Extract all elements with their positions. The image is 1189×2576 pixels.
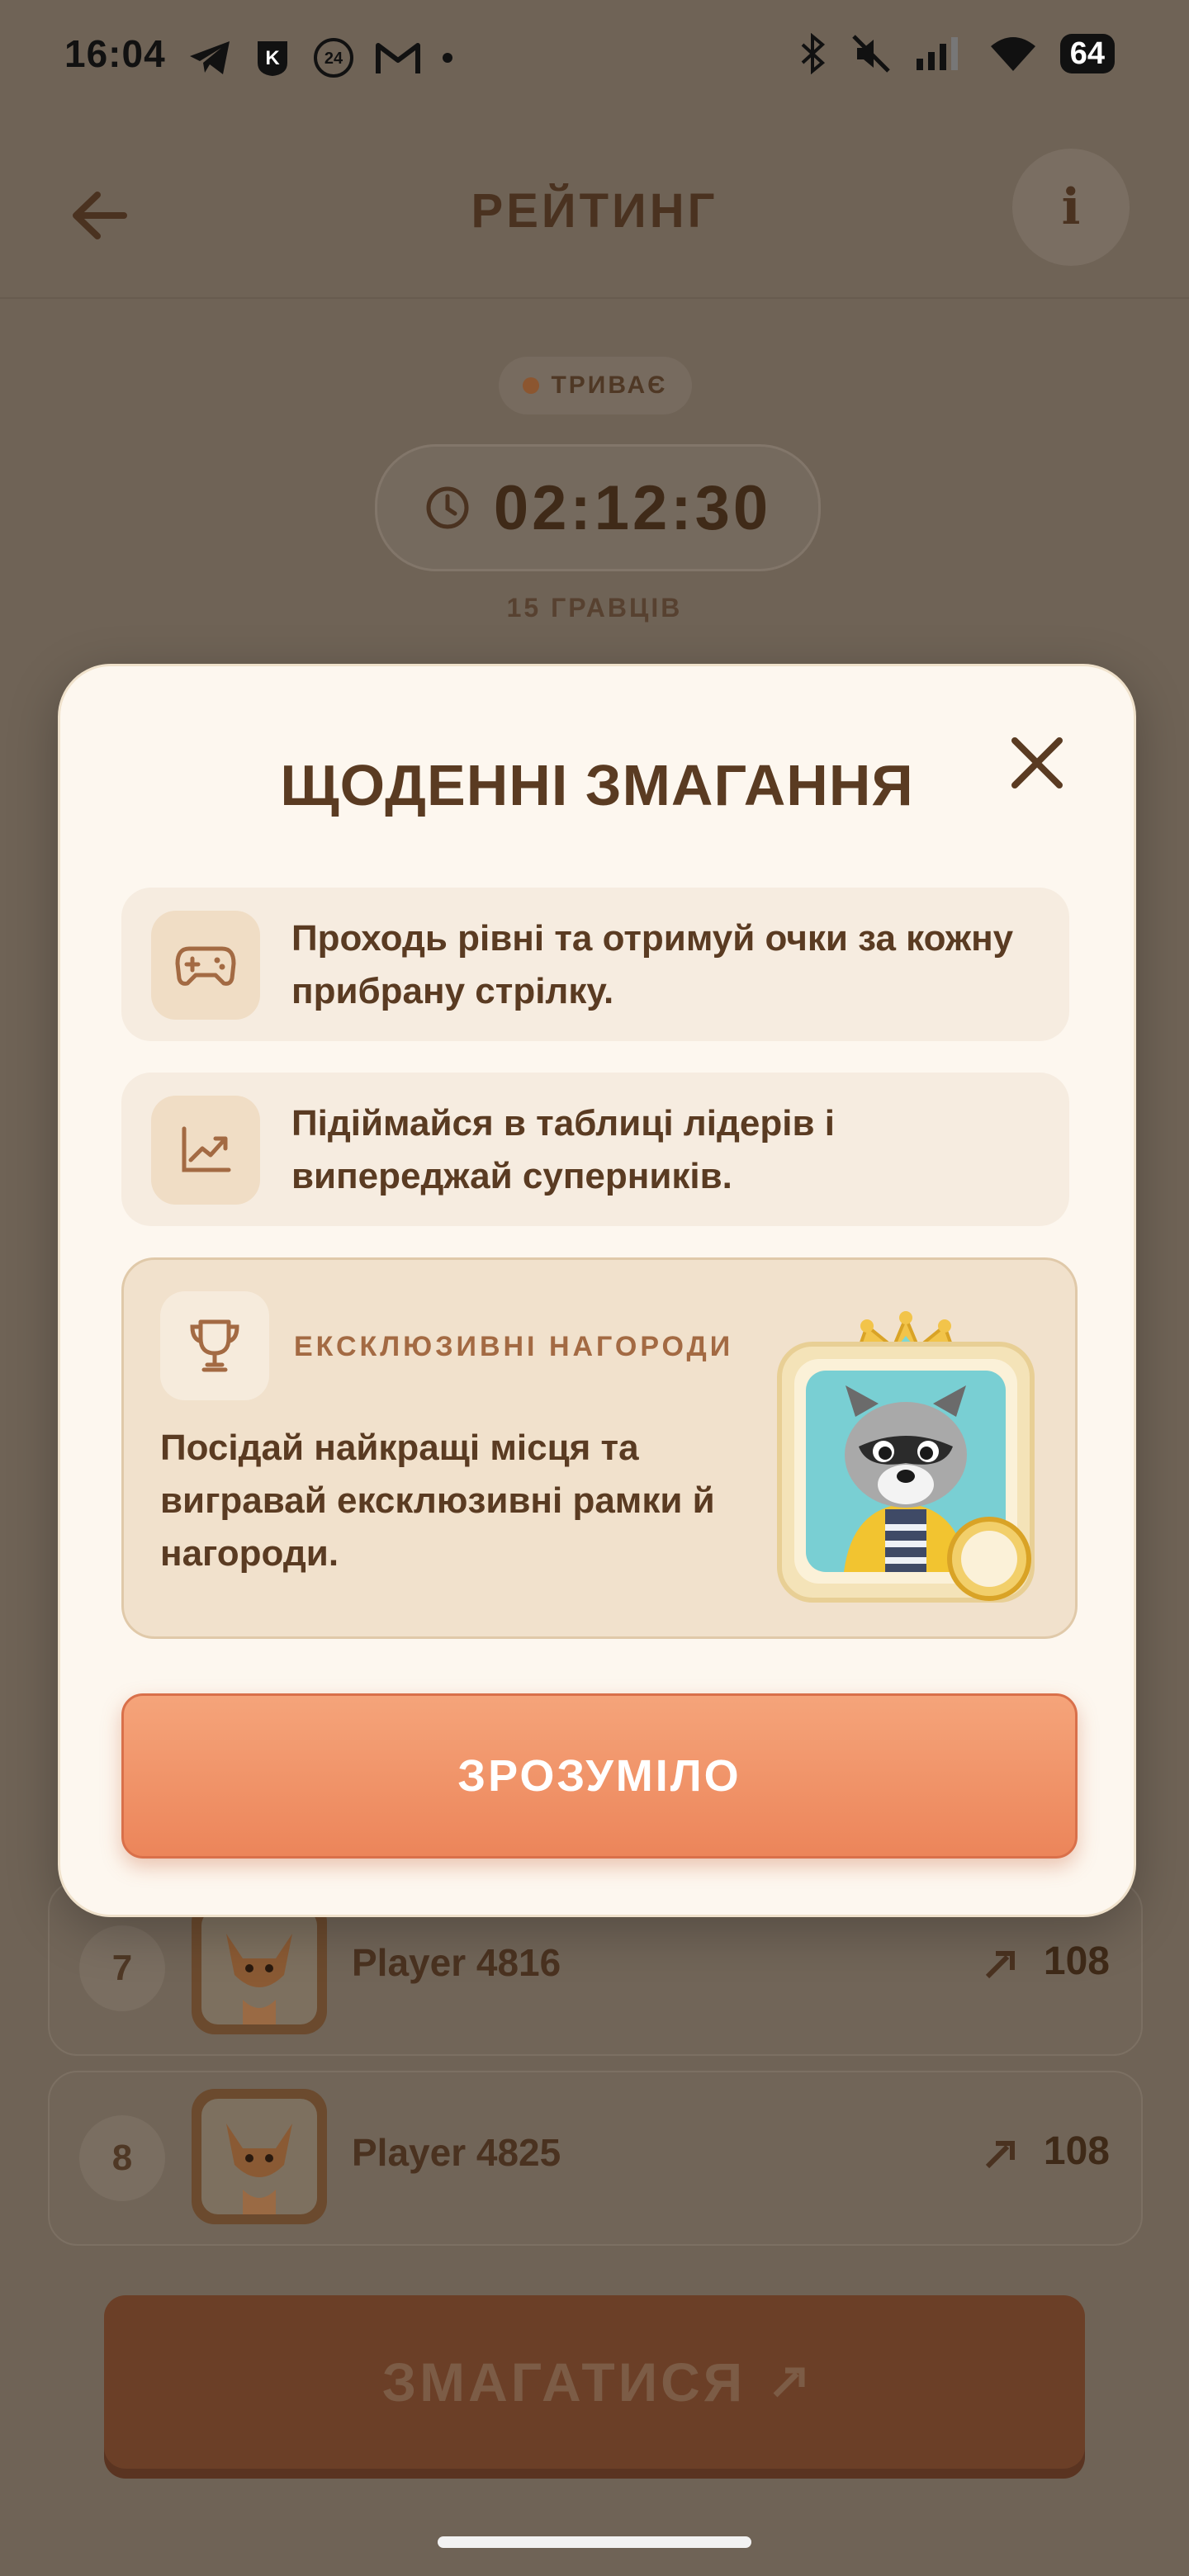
countdown-timer: 02:12:30 (375, 444, 821, 571)
card-text: Підіймайся в таблиці лідерів і випереджа… (291, 1103, 835, 1196)
card-icon-box (160, 1291, 269, 1400)
gamepad-icon (175, 946, 236, 986)
battery-level: 64 (1059, 34, 1115, 73)
svg-text:24: 24 (324, 50, 343, 68)
telegram-icon (190, 41, 230, 74)
24-badge-icon: 24 (314, 38, 353, 78)
close-icon[interactable] (1000, 726, 1074, 800)
app-header: РЕЙТИНГ i (0, 124, 1189, 299)
arrow-up-right-icon (773, 2367, 805, 2398)
dot-icon (443, 53, 452, 63)
player-score: 108 (1043, 2129, 1110, 2173)
timer-value: 02:12:30 (493, 472, 772, 543)
signal-icon (916, 37, 958, 70)
notification-icons: K 24 (188, 36, 454, 79)
kyivstar-icon: K (258, 41, 287, 76)
rank-badge: 7 (79, 1925, 165, 2011)
info-button[interactable]: i (1012, 149, 1130, 266)
status-dot-icon (523, 377, 540, 394)
player-name: Player 4816 (352, 1941, 561, 1984)
card-icon-box (151, 1096, 260, 1205)
players-count: 15 ГРАВЦІВ (506, 593, 683, 623)
wifi-icon (990, 37, 1035, 71)
trophy-icon (190, 1319, 239, 1372)
card-text: Проходь рівні та отримуй очки за кожну п… (291, 918, 1014, 1011)
avatar (192, 1899, 327, 2034)
compete-button[interactable]: ЗМАГАТИСЯ (104, 2295, 1085, 2469)
rewards-label: ЕКСКЛЮЗИВНІ НАГОРОДИ (294, 1331, 734, 1362)
raccoon-frame-reward-image (777, 1311, 1035, 1603)
fox-avatar-icon (201, 2099, 317, 2214)
chart-up-icon (182, 1126, 231, 1172)
avatar (192, 2089, 327, 2224)
svg-text:K: K (265, 47, 280, 69)
bluetooth-icon (801, 33, 825, 74)
card-icon-box (151, 911, 260, 1020)
info-card-leaderboard: Підіймайся в таблиці лідерів і випереджа… (121, 1073, 1069, 1226)
dialog-title: ЩОДЕННІ ЗМАГАННЯ (280, 753, 914, 817)
info-card-levels: Проходь рівні та отримуй очки за кожну п… (121, 888, 1069, 1041)
page-title: РЕЙТИНГ (471, 184, 718, 238)
clock-icon (426, 486, 469, 529)
got-it-button[interactable]: ЗРОЗУМІЛО (121, 1693, 1078, 1859)
daily-competition-dialog: ЩОДЕННІ ЗМАГАННЯ Проходь рівні та отриму… (58, 664, 1136, 1917)
arrow-up-right-icon (985, 1951, 1015, 1979)
status-label: ТРИВАЄ (551, 372, 668, 399)
player-name: Player 4825 (352, 2131, 561, 2174)
leaderboard-row[interactable]: 8 Player 4825 108 (48, 2071, 1143, 2246)
status-bar: 16:04 K 24 64 (0, 0, 1189, 116)
mute-icon (851, 35, 890, 73)
competition-status-badge: ТРИВАЄ (499, 357, 692, 414)
fox-avatar-icon (201, 1909, 317, 2024)
exclusive-rewards-card: ЕКСКЛЮЗИВНІ НАГОРОДИ Посідай найкращі мі… (121, 1257, 1078, 1639)
arrow-up-right-icon (985, 2141, 1015, 2169)
rank-badge: 8 (79, 2115, 165, 2201)
compete-button-label: ЗМАГАТИСЯ (381, 2351, 746, 2413)
rewards-text: Посідай найкращі місця та вигравай екскл… (160, 1428, 715, 1574)
gmail-icon (376, 43, 420, 73)
system-icons: 64 (799, 33, 1115, 74)
home-indicator[interactable] (438, 2536, 751, 2548)
status-time: 16:04 (64, 32, 166, 75)
player-score: 108 (1043, 1939, 1110, 1983)
